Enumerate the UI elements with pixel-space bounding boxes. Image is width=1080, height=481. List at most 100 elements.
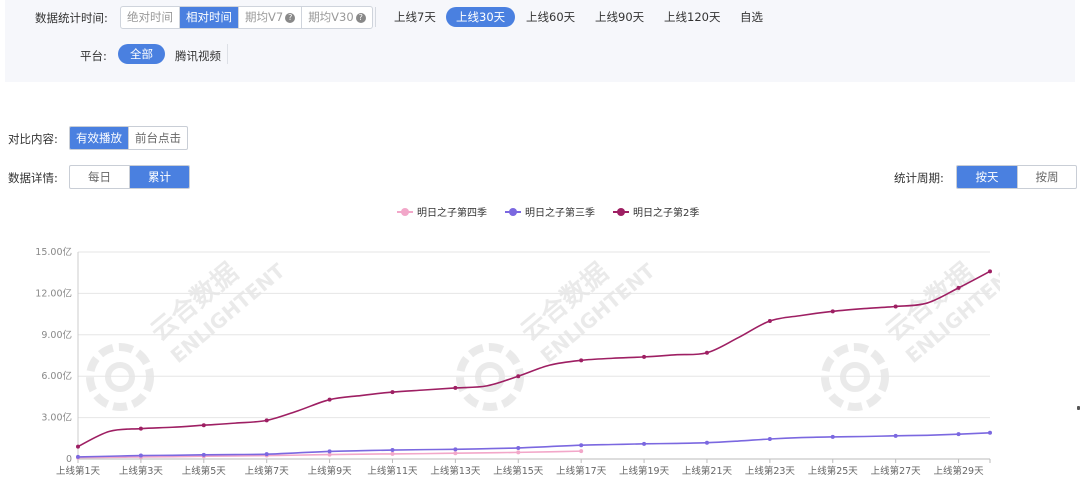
range-custom[interactable]: 自选 (730, 7, 773, 27)
watermark-circle-icon (456, 343, 524, 411)
legend-marker-icon (397, 207, 413, 216)
detail-group: 每日 累计 (69, 165, 190, 189)
series-season-3-point (579, 443, 584, 448)
period-by-week[interactable]: 按周 (1018, 166, 1076, 188)
series-season-3-point (830, 434, 835, 439)
y-tick-label: 3.00亿 (41, 412, 72, 424)
y-tick-label: 6.00亿 (41, 370, 72, 382)
series-season-2-point (453, 385, 458, 390)
time-mode-absolute[interactable]: 绝对时间 (121, 7, 180, 28)
series-season-2-point (516, 374, 521, 379)
range-7-days[interactable]: 上线7天 (384, 7, 446, 27)
x-tick-label: 上线第23天 (745, 465, 796, 477)
y-tick-label: 9.00亿 (41, 329, 72, 341)
x-tick-label: 上线第11天 (367, 465, 418, 477)
time-mode-relative[interactable]: 相对时间 (180, 7, 239, 28)
detail-label: 数据详情: (8, 171, 58, 185)
series-season-2-point (988, 269, 992, 274)
series-season-2-point (642, 354, 647, 359)
y-tick-label: 0 (66, 454, 72, 465)
series-season-3-point (264, 452, 269, 457)
series-season-2-point (76, 444, 80, 449)
legend-marker-icon (613, 207, 629, 216)
legend-item-season-4[interactable]: 明日之子第四季 (397, 204, 487, 219)
x-tick-label: 上线第3天 (119, 465, 164, 477)
divider (375, 7, 376, 27)
series-season-3-line (77, 431, 991, 458)
x-tick-label: 上线第17天 (556, 465, 607, 477)
series-season-2-point (138, 426, 143, 431)
x-tick-label: 上线第7天 (245, 465, 290, 477)
compare-valid-plays[interactable]: 有效播放 (70, 127, 129, 149)
series-season-3-point (767, 436, 772, 441)
series-season-4-point (579, 449, 584, 454)
help-icon[interactable]: ? (355, 13, 366, 23)
help-icon[interactable]: ? (285, 13, 296, 23)
series-season-2-point (390, 390, 395, 395)
series-season-4-point (516, 450, 521, 455)
detail-cumulative[interactable]: 累计 (130, 166, 189, 188)
compare-label: 对比内容: (8, 132, 58, 146)
series-season-2-point (579, 358, 584, 363)
series-season-3-point (704, 440, 709, 445)
legend-label: 明日之子第四季 (417, 208, 487, 219)
x-tick-label: 上线第13天 (430, 465, 481, 477)
x-tick-label: 上线第27天 (871, 465, 922, 477)
x-tick-label: 上线第15天 (493, 465, 544, 477)
time-mode-avg-v7-label: 期均V7 (245, 10, 284, 24)
legend-item-season-2[interactable]: 明日之子第2季 (613, 204, 699, 219)
x-tick-label: 上线第5天 (182, 465, 227, 477)
range-90-days[interactable]: 上线90天 (585, 7, 654, 27)
series-season-4-point (390, 451, 395, 456)
series-season-3-point (453, 447, 458, 452)
series-season-2-point (201, 423, 206, 428)
time-label: 数据统计时间: (35, 11, 108, 25)
y-tick-label: 12.00亿 (35, 287, 72, 299)
legend-item-season-3[interactable]: 明日之子第三季 (505, 204, 595, 219)
platform-tencent-video[interactable]: 腾讯视频 (175, 48, 221, 64)
x-tick-label: 上线第21天 (682, 465, 733, 477)
range-60-days[interactable]: 上线60天 (516, 7, 585, 27)
platform-all[interactable]: 全部 (118, 44, 165, 64)
series-season-2-point (956, 285, 961, 290)
series-season-3-point (516, 445, 521, 450)
time-mode-avg-v7[interactable]: 期均V7? (239, 7, 303, 28)
detail-daily[interactable]: 每日 (70, 166, 130, 188)
y-tick-label: 15.00亿 (35, 246, 72, 258)
legend-label: 明日之子第三季 (525, 208, 595, 219)
series-season-2-point (704, 350, 709, 355)
x-tick-label: 上线第25天 (808, 465, 859, 477)
watermark-logo: 云合数据ENLIGHTENT (86, 257, 290, 411)
series-season-2-point (767, 319, 772, 323)
series-season-3-point (201, 452, 206, 457)
series-season-3-point (956, 432, 961, 437)
watermark-circle-icon (86, 343, 154, 411)
x-tick-label: 上线第19天 (619, 465, 670, 477)
legend-label: 明日之子第2季 (633, 208, 700, 219)
series-season-2-point (264, 418, 269, 423)
series-season-3-point (138, 453, 143, 458)
period-by-day[interactable]: 按天 (957, 166, 1018, 188)
time-mode-avg-v30-label: 期均V30 (308, 10, 354, 24)
range-30-days[interactable]: 上线30天 (446, 7, 516, 27)
legend-marker-icon (505, 207, 521, 216)
series-season-4-point (453, 451, 458, 456)
series-season-2-point (893, 304, 898, 309)
line-chart: 云合数据ENLIGHTENT 云合数据ENLIGHTENT 云合数据ENLIGHTE… (35, 246, 1000, 477)
series-season-2-point (830, 309, 835, 314)
x-tick-label: 上线第1天 (56, 465, 101, 477)
range-120-days[interactable]: 上线120天 (654, 7, 730, 27)
x-tick-label: 上线第29天 (934, 465, 985, 477)
watermark-circle-icon (840, 362, 870, 392)
period-group: 按天 按周 (956, 165, 1077, 189)
series-season-3-point (76, 454, 80, 459)
compare-group: 有效播放 前台点击 (69, 126, 188, 150)
series-season-3-point (390, 448, 395, 453)
chart-legend: 明日之子第四季 明日之子第三季 明日之子第2季 (397, 204, 699, 219)
x-tick-label: 上线第9天 (308, 465, 353, 477)
series-season-3-point (327, 449, 332, 454)
compare-front-clicks[interactable]: 前台点击 (129, 127, 187, 149)
series-season-3-point (988, 430, 992, 435)
watermark-circle-icon (105, 362, 135, 392)
time-mode-avg-v30[interactable]: 期均V30? (302, 7, 372, 28)
